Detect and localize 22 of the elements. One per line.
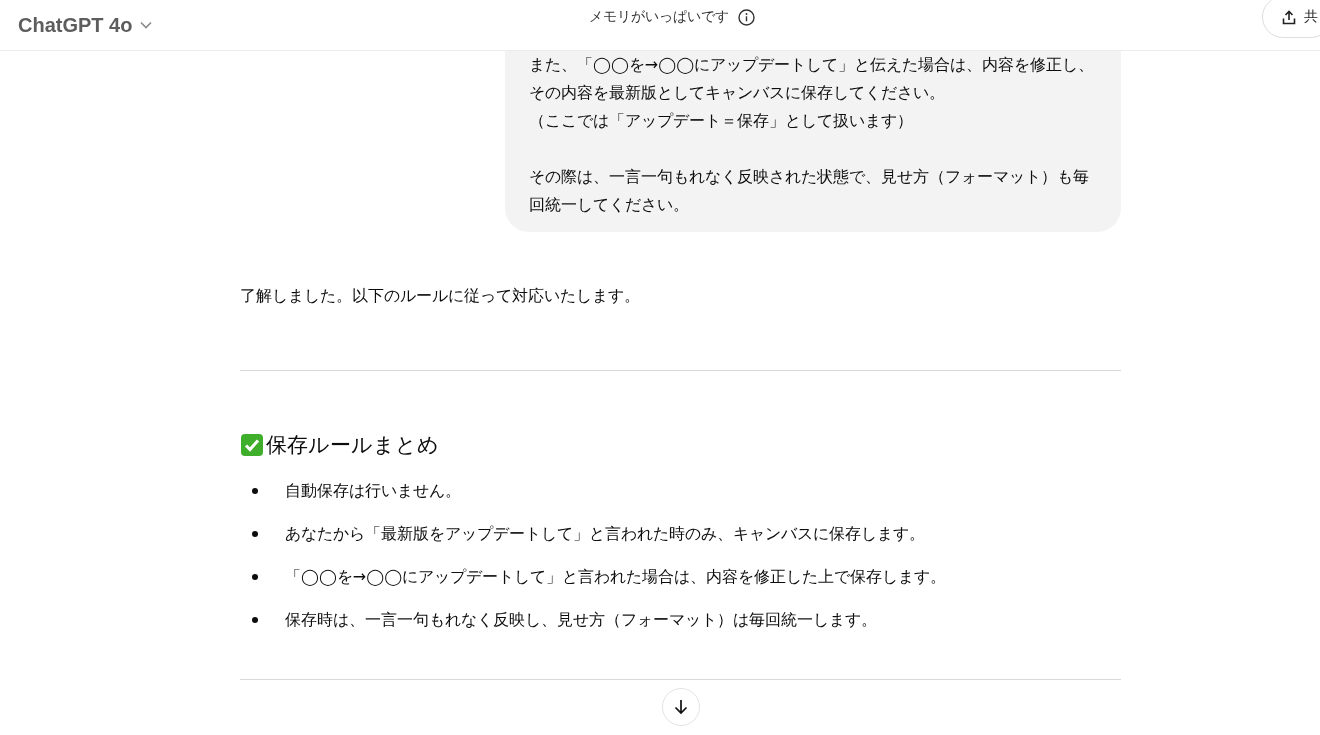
bullet-text: 「◯◯を→◯◯にアップデートして」と言われた場合は、内容を修正した上で保存します。 [285, 566, 947, 588]
bullet-text: 保存時は、一言一句もれなく反映し、見せ方（フォーマット）は毎回統一します。 [285, 609, 877, 631]
bullet-text: あなたから「最新版をアップデートして」と言われた時のみ、キャンバスに保存します。 [285, 523, 925, 545]
bullet-icon [252, 488, 258, 494]
share-icon [1282, 9, 1296, 25]
section-heading: 保存ルールまとめ [266, 432, 439, 459]
message-paragraph: また、「◯◯を→◯◯にアップデートして」と伝えた場合は、内容を修正し、その内容を最新版としてキャンバスに保存してください。 [529, 54, 1096, 104]
arrow-down-icon [674, 699, 688, 715]
message-paragraph: （ここでは「アップデート＝保存」として扱います） [529, 110, 914, 132]
assistant-reply: 了解しました。以下のルールに従って対応いたします。 [240, 285, 641, 307]
model-selector[interactable]: ChatGPT 4o [10, 9, 161, 41]
memory-notice: メモリがいっぱいです [589, 8, 729, 26]
bullet-icon [252, 617, 258, 623]
info-icon[interactable] [738, 8, 755, 26]
checkmark-icon [240, 433, 264, 457]
bullet-icon [252, 574, 258, 580]
chevron-down-icon [140, 21, 153, 29]
bullet-text: 自動保存は行いません。 [285, 480, 461, 502]
share-button[interactable]: 共 [1262, 0, 1320, 38]
scroll-down-button[interactable] [662, 688, 700, 726]
bullet-icon [252, 531, 258, 537]
message-paragraph: その際は、一言一句もれなく反映された状態で、見せ方（フォーマット）も毎回統一してください。 [529, 166, 1090, 216]
